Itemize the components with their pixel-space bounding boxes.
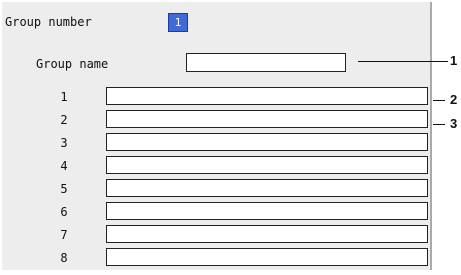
channel-field-2[interactable] (106, 110, 428, 128)
group-name-label: Group name (36, 57, 109, 71)
channel-label-3: 3 (60, 136, 68, 150)
channel-field-5[interactable] (106, 179, 428, 197)
callout-line-3 (433, 124, 445, 125)
channel-label-8: 8 (60, 251, 68, 265)
callout-number-2: 2 (450, 92, 458, 107)
channel-field-3[interactable] (106, 133, 428, 151)
callout-number-1: 1 (450, 53, 458, 68)
callout-line-1 (358, 61, 448, 62)
callout-number-3: 3 (450, 116, 458, 131)
channel-field-1[interactable] (106, 87, 428, 105)
group-name-field[interactable] (186, 53, 346, 72)
channel-field-8[interactable] (106, 248, 428, 266)
callout-line-2 (433, 100, 445, 101)
channel-field-4[interactable] (106, 156, 428, 174)
channel-label-2: 2 (60, 113, 68, 127)
channel-label-7: 7 (60, 228, 68, 242)
channel-label-1: 1 (60, 90, 68, 104)
channel-label-4: 4 (60, 159, 68, 173)
channel-label-6: 6 (60, 205, 68, 219)
channel-field-6[interactable] (106, 202, 428, 220)
group-number-label: Group number (5, 15, 92, 29)
channel-field-7[interactable] (106, 225, 428, 243)
group-number-field[interactable]: 1 (168, 13, 188, 32)
channel-label-5: 5 (60, 182, 68, 196)
group-settings-panel: Group number 1 Group name 1 2 3 4 5 6 7 … (2, 2, 432, 270)
